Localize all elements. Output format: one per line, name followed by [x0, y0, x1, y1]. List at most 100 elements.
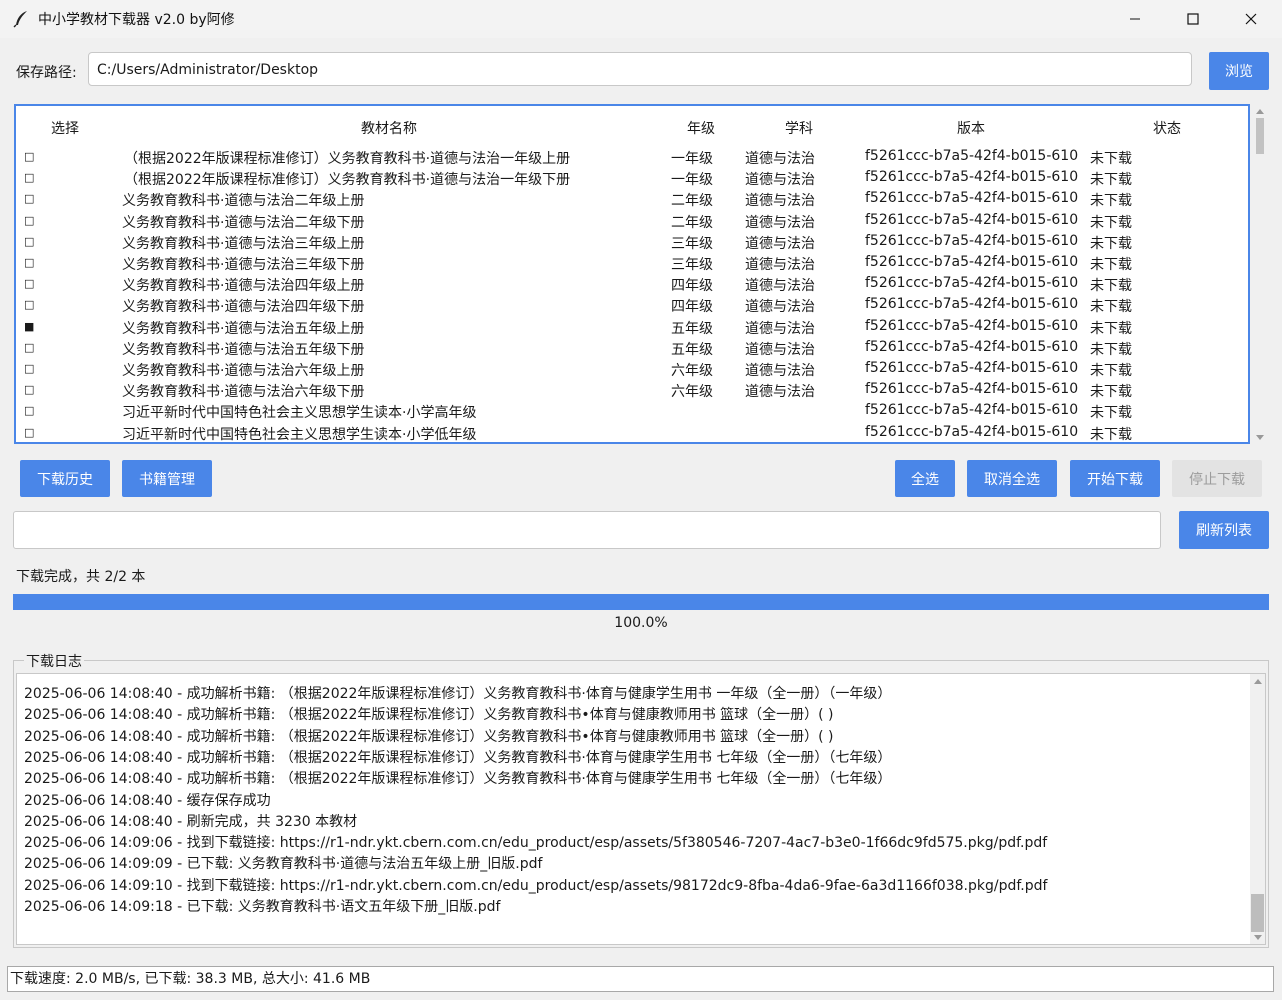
status-cell: 未下载: [1090, 151, 1132, 167]
book-name-cell: 义务教育教科书·道德与法治三年级上册: [122, 235, 365, 252]
book-name-cell: 义务教育教科书·道德与法治四年级上册: [122, 278, 365, 295]
book-name-cell: （根据2022年版课程标准修订）义务教育教科书·道德与法治一年级上册: [124, 151, 571, 167]
scroll-down-icon[interactable]: [1255, 434, 1265, 442]
deselect-all-button[interactable]: 取消全选: [967, 460, 1057, 497]
save-path-label: 保存路径:: [16, 65, 77, 81]
scroll-up-icon[interactable]: [1255, 108, 1265, 116]
column-header-subject[interactable]: 学科: [785, 118, 813, 138]
table-row[interactable]: □ 义务教育教科书·道德与法治三年级下册 三年级 道德与法治 f5261ccc-b7a5…: [16, 253, 1248, 274]
checkbox-icon[interactable]: □: [24, 256, 34, 269]
version-cell: f5261ccc-b7a5-42f4-b015-610: [865, 211, 1079, 228]
status-cell: 未下载: [1090, 341, 1132, 358]
table-row[interactable]: □ 义务教育教科书·道德与法治四年级下册 四年级 道德与法治 f5261ccc-b7a5…: [16, 295, 1248, 316]
table-row[interactable]: □ 义务教育教科书·道德与法治三年级上册 三年级 道德与法治 f5261ccc-b7a5…: [16, 232, 1248, 253]
checkbox-icon[interactable]: □: [24, 235, 34, 248]
book-table[interactable]: 选择 教材名称 年级 学科 版本 状态 □ （根据2022年版课程标准修订）义务教…: [14, 104, 1250, 444]
book-name-cell: 义务教育教科书·道德与法治二年级上册: [122, 193, 365, 210]
version-cell: f5261ccc-b7a5-42f4-b015-610: [865, 402, 1079, 419]
subject-cell: 道德与法治: [745, 341, 815, 358]
table-row[interactable]: □ 义务教育教科书·道德与法治四年级上册 四年级 道德与法治 f5261ccc-b7a5…: [16, 274, 1248, 295]
table-row[interactable]: □ 义务教育教科书·道德与法治五年级下册 五年级 道德与法治 f5261ccc-b7a5…: [16, 338, 1248, 359]
table-row[interactable]: □ 义务教育教科书·道德与法治二年级下册 二年级 道德与法治 f5261ccc-b7a5…: [16, 211, 1248, 232]
table-scrollbar[interactable]: [1252, 104, 1268, 444]
status-cell: 未下载: [1090, 384, 1132, 401]
column-header-version[interactable]: 版本: [957, 118, 985, 138]
table-scrollbar-thumb[interactable]: [1256, 118, 1264, 154]
subject-cell: 道德与法治: [745, 299, 815, 316]
grade-cell: 一年级: [671, 151, 713, 167]
select-all-button[interactable]: 全选: [895, 460, 955, 497]
version-cell: f5261ccc-b7a5-42f4-b015-610: [865, 148, 1079, 164]
checkbox-icon[interactable]: □: [24, 277, 34, 290]
checkbox-icon[interactable]: □: [24, 404, 34, 417]
maximize-button[interactable]: [1164, 0, 1222, 38]
progress-bar-fill: [13, 594, 1269, 610]
checkbox-icon[interactable]: □: [24, 192, 34, 205]
column-header-status[interactable]: 状态: [1153, 118, 1181, 138]
book-management-button[interactable]: 书籍管理: [122, 460, 212, 497]
subject-cell: 道德与法治: [745, 363, 815, 379]
download-history-button[interactable]: 下载历史: [20, 460, 110, 497]
subject-cell: 道德与法治: [745, 214, 815, 231]
table-row[interactable]: □ （根据2022年版课程标准修订）义务教育教科书·道德与法治一年级下册 一年级 道德…: [16, 168, 1248, 189]
status-cell: 未下载: [1090, 278, 1132, 295]
status-cell: 未下载: [1090, 214, 1132, 231]
browse-button[interactable]: 浏览: [1209, 52, 1269, 90]
window-title: 中小学教材下载器 v2.0 by阿修: [38, 12, 235, 28]
checkbox-icon[interactable]: □: [24, 298, 34, 311]
maximize-icon: [1187, 13, 1199, 25]
table-row[interactable]: □ 习近平新时代中国特色社会主义思想学生读本·小学低年级 f5261ccc-b7a5…: [16, 423, 1248, 443]
version-cell: f5261ccc-b7a5-42f4-b015-610: [865, 190, 1079, 207]
grade-cell: 五年级: [671, 341, 713, 358]
log-textbox[interactable]: 2025-06-06 14:08:40 - 成功解析书籍: （根据2022年版课…: [16, 673, 1266, 945]
checkbox-icon[interactable]: □: [24, 362, 34, 375]
column-header-name[interactable]: 教材名称: [361, 118, 417, 138]
grade-cell: 四年级: [671, 299, 713, 316]
column-header-grade[interactable]: 年级: [687, 118, 715, 138]
version-cell: f5261ccc-b7a5-42f4-b015-610: [865, 232, 1079, 249]
scroll-down-icon[interactable]: [1253, 934, 1263, 942]
log-scrollbar-thumb[interactable]: [1251, 894, 1264, 932]
checkbox-icon[interactable]: □: [24, 214, 34, 227]
checkbox-icon[interactable]: □: [24, 383, 34, 396]
stop-download-button[interactable]: 停止下载: [1172, 460, 1262, 497]
table-row[interactable]: ■ 义务教育教科书·道德与法治五年级上册 五年级 道德与法治 f5261ccc-b7a5…: [16, 317, 1248, 338]
subject-cell: 道德与法治: [745, 151, 815, 167]
start-download-button[interactable]: 开始下载: [1070, 460, 1160, 497]
book-name-cell: 习近平新时代中国特色社会主义思想学生读本·小学高年级: [122, 405, 477, 422]
status-cell: 未下载: [1090, 257, 1132, 273]
version-cell: f5261ccc-b7a5-42f4-b015-610: [865, 317, 1079, 334]
status-cell: 未下载: [1090, 426, 1132, 443]
status-cell: 未下载: [1090, 235, 1132, 252]
table-row[interactable]: □ （根据2022年版课程标准修订）义务教育教科书·道德与法治一年级上册 一年级 道德…: [16, 147, 1248, 168]
minimize-button[interactable]: [1106, 0, 1164, 38]
checkbox-icon[interactable]: □: [24, 171, 34, 184]
checkbox-icon[interactable]: ■: [24, 320, 34, 333]
table-row[interactable]: □ 义务教育教科书·道德与法治二年级上册 二年级 道德与法治 f5261ccc-b7a5…: [16, 189, 1248, 210]
table-row[interactable]: □ 义务教育教科书·道德与法治六年级上册 六年级 道德与法治 f5261ccc-b7a5…: [16, 359, 1248, 380]
status-cell: 未下载: [1090, 299, 1132, 316]
save-path-input[interactable]: C:/Users/Administrator/Desktop: [88, 52, 1192, 86]
table-row[interactable]: □ 习近平新时代中国特色社会主义思想学生读本·小学高年级 f5261ccc-b7a5…: [16, 401, 1248, 422]
subject-cell: 道德与法治: [745, 193, 815, 210]
book-name-cell: 义务教育教科书·道德与法治五年级上册: [122, 320, 365, 337]
grade-cell: 四年级: [671, 278, 713, 295]
checkbox-icon[interactable]: □: [24, 150, 34, 163]
search-input[interactable]: [13, 511, 1161, 549]
version-cell: f5261ccc-b7a5-42f4-b015-610: [865, 381, 1079, 398]
table-row[interactable]: □ 义务教育教科书·道德与法治六年级下册 六年级 道德与法治 f5261ccc-b7a5…: [16, 380, 1248, 401]
checkbox-icon[interactable]: □: [24, 426, 34, 439]
log-scrollbar[interactable]: [1250, 674, 1265, 944]
grade-cell: 二年级: [671, 193, 713, 210]
checkbox-icon[interactable]: □: [24, 341, 34, 354]
log-line: 2025-06-06 14:08:40 - 成功解析书籍: （根据2022年版课…: [24, 686, 892, 702]
status-cell: 未下载: [1090, 172, 1132, 189]
log-line: 2025-06-06 14:08:40 - 成功解析书籍: （根据2022年版课…: [24, 771, 892, 788]
refresh-list-button[interactable]: 刷新列表: [1179, 511, 1269, 549]
version-cell: f5261ccc-b7a5-42f4-b015-610: [865, 254, 1079, 270]
scroll-up-icon[interactable]: [1253, 678, 1263, 686]
subject-cell: 道德与法治: [745, 172, 815, 189]
column-header-select[interactable]: 选择: [51, 118, 79, 138]
close-button[interactable]: [1222, 0, 1280, 38]
book-name-cell: 义务教育教科书·道德与法治二年级下册: [122, 214, 365, 231]
